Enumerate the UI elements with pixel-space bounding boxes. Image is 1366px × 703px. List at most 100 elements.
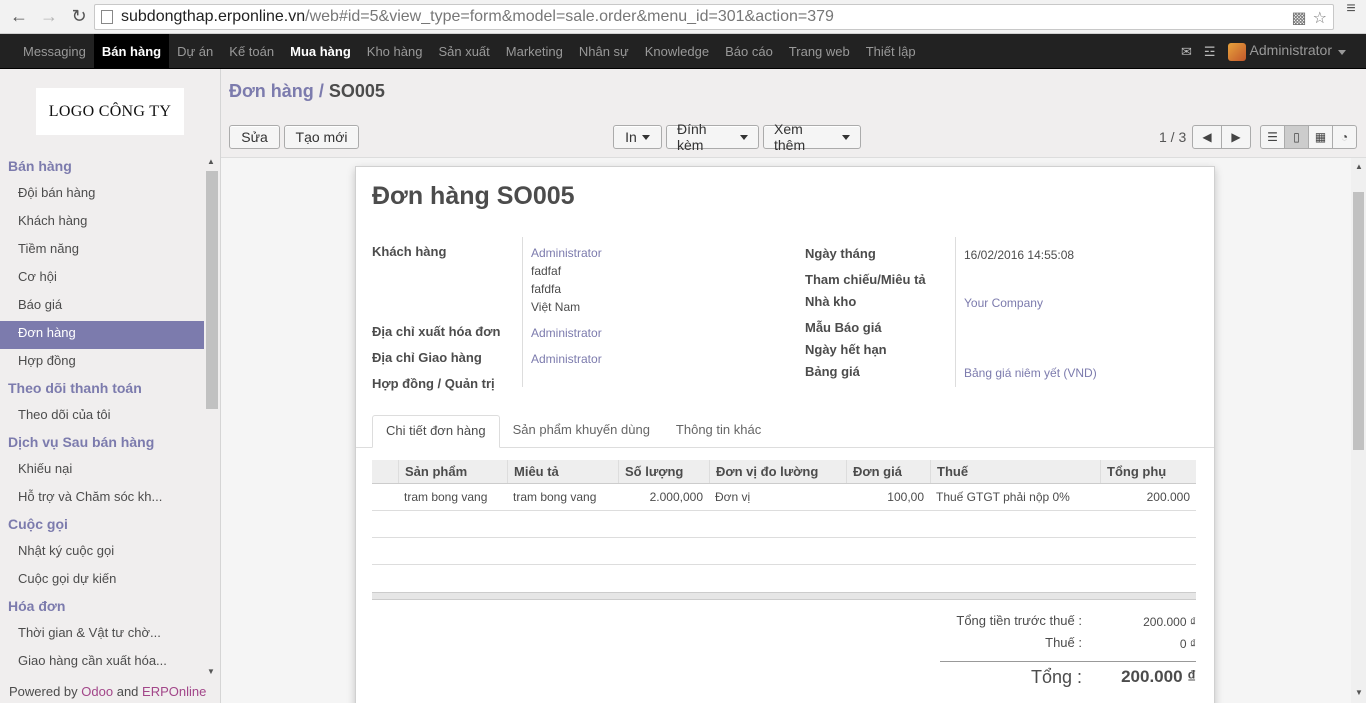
order-lines-table: Sản phẩm Miêu tả Số lượng Đơn vị đo lườn… (372, 460, 1196, 600)
create-button[interactable]: Tạo mới (284, 125, 359, 149)
top-menu-projects[interactable]: Dự án (169, 34, 221, 69)
sidebar-section-after-sales: Dịch vụ Sau bán hàng (8, 434, 155, 450)
column-product[interactable]: Sản phẩm (398, 460, 507, 483)
attachment-dropdown[interactable]: Đính kèm (666, 121, 759, 153)
warehouse-label: Nhà kho (805, 294, 857, 309)
sidebar-item-contracts[interactable]: Hợp đồng (0, 349, 204, 377)
cell-unit-price: 100,00 (887, 490, 924, 504)
form-view-icon[interactable]: ▯ (1284, 125, 1309, 149)
top-menu-accounting[interactable]: Kế toán (221, 34, 282, 69)
calendar-view-icon[interactable]: ▦ (1308, 125, 1333, 149)
warehouse-link[interactable]: Your Company (964, 296, 1043, 310)
column-quantity[interactable]: Số lượng (618, 460, 709, 483)
sidebar-item-time-materials[interactable]: Thời gian & Vật tư chờ... (0, 621, 204, 649)
sidebar-item-scheduled-calls[interactable]: Cuộc gọi dự kiến (0, 567, 204, 595)
sidebar-scrollbar[interactable]: ▲ ▼ (204, 155, 218, 677)
customer-address-line-2: fafdfa (531, 282, 562, 296)
chevron-down-icon (842, 135, 850, 140)
pricelist-link[interactable]: Bảng giá niêm yết (VND) (964, 366, 1097, 380)
column-taxes[interactable]: Thuế (930, 460, 1100, 483)
user-menu[interactable]: Administrator (1227, 42, 1346, 61)
sidebar-item-my-tracking[interactable]: Theo dõi của tôi (0, 403, 204, 431)
top-menu-manufacturing[interactable]: Sản xuất (430, 34, 497, 69)
sidebar-scrollbar-thumb[interactable] (206, 171, 218, 409)
customer-label: Khách hàng (372, 244, 447, 259)
top-menu-settings[interactable]: Thiết lập (858, 34, 924, 69)
browser-menu-icon[interactable]: ≡ (1344, 1, 1358, 17)
cell-product: tram bong vang (404, 490, 488, 504)
sidebar-item-helpdesk[interactable]: Hỗ trợ và Chăm sóc kh... (0, 485, 204, 513)
breadcrumb-root[interactable]: Đơn hàng (229, 81, 314, 101)
column-uom[interactable]: Đơn vị đo lường (709, 460, 846, 483)
top-menu-knowledge[interactable]: Knowledge (637, 34, 717, 69)
invoice-address-link[interactable]: Administrator (531, 326, 602, 340)
total-amount-value: 200.000 ₫ (1121, 667, 1196, 686)
sidebar-item-sales-orders[interactable]: Đơn hàng (0, 321, 204, 349)
top-menu-marketing[interactable]: Marketing (498, 34, 571, 69)
sidebar-item-sales-teams[interactable]: Đội bán hàng (0, 181, 204, 209)
back-arrow-icon[interactable]: ← (6, 4, 32, 30)
sidebar-item-deliveries-to-invoice[interactable]: Giao hàng cần xuất hóa... (0, 649, 204, 675)
user-avatar-icon (1227, 42, 1246, 61)
scroll-down-arrow-icon[interactable]: ▼ (1355, 688, 1363, 697)
pricelist-label: Bảng giá (805, 364, 860, 379)
sidebar-item-customers[interactable]: Khách hàng (0, 209, 204, 237)
sidebar-item-call-log[interactable]: Nhật ký cuộc gọi (0, 539, 204, 567)
contract-label: Hợp đồng / Quản trị (372, 376, 495, 391)
table-row[interactable]: tram bong vang tram bong vang 2.000,000 … (372, 484, 1196, 511)
scroll-up-arrow-icon[interactable]: ▲ (207, 157, 215, 166)
sidebar-item-quotations[interactable]: Báo giá (0, 293, 204, 321)
erponline-link[interactable]: ERPOnline (142, 684, 206, 699)
top-menu-reports[interactable]: Báo cáo (717, 34, 781, 69)
shipping-address-link[interactable]: Administrator (531, 352, 602, 366)
translate-icon[interactable]: ▩ (1292, 8, 1307, 28)
more-dropdown[interactable]: Xem thêm (763, 121, 861, 153)
sidebar-item-opportunities[interactable]: Cơ hội (0, 265, 204, 293)
main-scrollbar-thumb[interactable] (1353, 192, 1364, 450)
url-host: subdongthap.erponline.vn (121, 8, 306, 25)
graph-view-icon[interactable]: ◔ (1332, 125, 1357, 149)
bookmark-star-icon[interactable]: ☆ (1313, 8, 1327, 28)
top-menu-website[interactable]: Trang web (781, 34, 858, 69)
expiry-date-label: Ngày hết hạn (805, 342, 887, 357)
chat-icon[interactable]: ☲ (1204, 44, 1216, 60)
pager-next-icon[interactable]: ▶ (1221, 125, 1251, 149)
chevron-down-icon (1338, 50, 1346, 56)
print-dropdown[interactable]: In (613, 125, 662, 149)
forward-arrow-icon[interactable]: → (36, 4, 62, 30)
tab-suggested-products[interactable]: Sản phẩm khuyến dùng (500, 415, 663, 448)
mail-icon[interactable]: ✉ (1181, 44, 1192, 60)
date-label: Ngày tháng (805, 246, 876, 261)
powered-by: Powered by Odoo and ERPOnline (9, 684, 206, 699)
pager-previous-icon[interactable]: ◀ (1192, 125, 1222, 149)
top-menu-messaging[interactable]: Messaging (15, 34, 94, 69)
tab-order-lines[interactable]: Chi tiết đơn hàng (372, 415, 500, 448)
breadcrumb-current: SO005 (328, 81, 385, 101)
address-bar[interactable]: subdongthap.erponline.vn/web#id=5&view_t… (94, 4, 1334, 30)
sidebar-item-claims[interactable]: Khiếu nại (0, 457, 204, 485)
company-logo[interactable]: LOGO CÔNG TY (36, 88, 184, 135)
sidebar-section-payment-tracking: Theo dõi thanh toán (8, 380, 142, 396)
table-footer (372, 592, 1196, 600)
list-view-icon[interactable]: ☰ (1260, 125, 1285, 149)
table-row-empty (372, 538, 1196, 565)
reload-icon[interactable]: ↻ (66, 4, 92, 30)
page-icon (101, 10, 113, 24)
customer-link[interactable]: Administrator (531, 246, 602, 260)
top-menu-warehouse[interactable]: Kho hàng (359, 34, 431, 69)
main-scrollbar[interactable]: ▲ ▼ (1351, 158, 1366, 703)
sidebar-item-leads[interactable]: Tiềm năng (0, 237, 204, 265)
reference-label: Tham chiếu/Miêu tả (805, 272, 926, 287)
tab-other-info[interactable]: Thông tin khác (663, 415, 774, 448)
odoo-link[interactable]: Odoo (81, 684, 113, 699)
top-menu-sales[interactable]: Bán hàng (93, 33, 170, 69)
top-menu-purchases[interactable]: Mua hàng (282, 34, 359, 69)
column-unit-price[interactable]: Đơn giá (846, 460, 930, 483)
powered-prefix: Powered by (9, 684, 78, 699)
column-subtotal[interactable]: Tổng phụ (1100, 460, 1196, 483)
top-menu-hr[interactable]: Nhân sự (571, 34, 637, 69)
edit-button[interactable]: Sửa (229, 125, 280, 149)
scroll-down-arrow-icon[interactable]: ▼ (207, 667, 215, 676)
scroll-up-arrow-icon[interactable]: ▲ (1355, 162, 1363, 171)
column-description[interactable]: Miêu tả (507, 460, 618, 483)
